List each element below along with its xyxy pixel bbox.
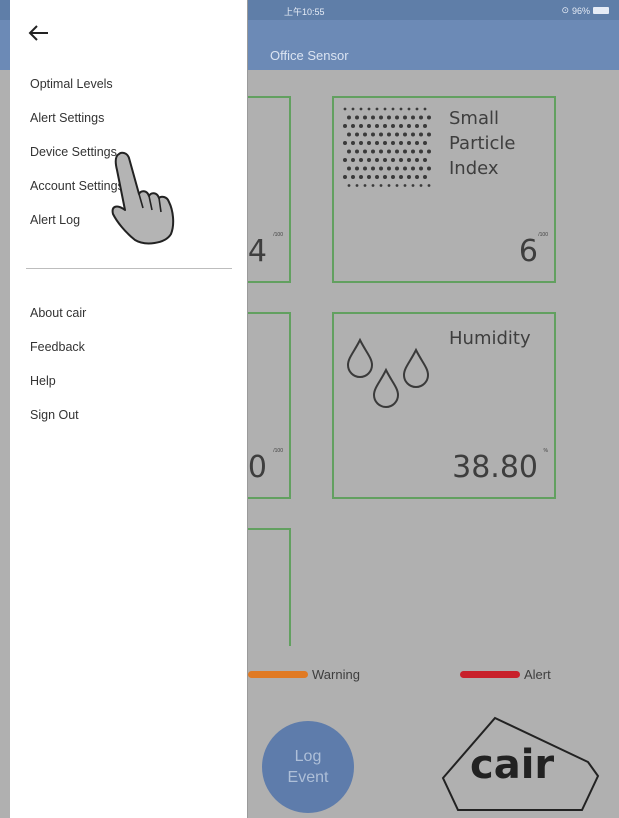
menu-item-help[interactable]: Help xyxy=(30,374,56,388)
page-title: Office Sensor xyxy=(270,48,349,63)
battery-indicator: ⊙ 96% xyxy=(561,5,609,16)
card-value: 6 xyxy=(518,234,538,269)
legend-alert: Alert xyxy=(460,667,551,682)
menu-item-feedback[interactable]: Feedback xyxy=(30,340,85,354)
menu-divider xyxy=(26,268,232,269)
legend-warning: Warning xyxy=(248,667,360,682)
battery-icon xyxy=(593,7,609,14)
card-unit: /100 xyxy=(273,232,283,238)
cair-logo: cair xyxy=(440,714,600,814)
menu-item-device-settings[interactable]: Device Settings xyxy=(30,145,117,159)
location-icon: ⊙ xyxy=(561,5,569,15)
navigation-drawer: Optimal Levels Alert Settings Device Set… xyxy=(10,0,248,818)
card-value: 4 xyxy=(247,234,267,269)
log-event-label-1: Log xyxy=(294,748,322,765)
card-unit: /100 xyxy=(273,448,283,454)
warning-color-bar xyxy=(248,671,308,678)
log-event-label-2: Event xyxy=(287,769,329,786)
battery-level: 96% xyxy=(571,5,590,16)
menu-item-alert-log[interactable]: Alert Log xyxy=(30,213,80,227)
particles-icon xyxy=(343,107,431,187)
log-event-button[interactable]: Log Event xyxy=(262,721,354,813)
pointing-hand-icon xyxy=(111,151,175,245)
card-title: Humidity xyxy=(449,328,531,349)
water-drops-icon xyxy=(346,337,430,408)
status-time: 上午10:55 xyxy=(284,7,325,17)
menu-item-alert-settings[interactable]: Alert Settings xyxy=(30,111,104,125)
legend-alert-label: Alert xyxy=(524,667,551,682)
back-arrow-icon[interactable] xyxy=(26,20,52,46)
card-unit: /100 xyxy=(538,232,548,238)
alert-color-bar xyxy=(460,671,520,678)
card-unit: % xyxy=(543,448,548,454)
card-humidity[interactable]: Humidity 38.80 % xyxy=(332,312,556,499)
menu-item-account-settings[interactable]: Account Settings xyxy=(30,179,124,193)
menu-item-about[interactable]: About cair xyxy=(30,306,86,320)
logo-text: cair xyxy=(470,742,555,788)
card-title-line-2: Particle xyxy=(449,133,516,154)
card-value: 38.80 xyxy=(452,450,538,485)
legend-warning-label: Warning xyxy=(312,667,360,682)
menu-item-optimal-levels[interactable]: Optimal Levels xyxy=(30,77,113,91)
card-title-line-3: Index xyxy=(449,158,499,179)
card-value: 0 xyxy=(247,450,267,485)
menu-item-sign-out[interactable]: Sign Out xyxy=(30,408,79,422)
card-small-particle-index[interactable]: Small Particle Index 6 /100 xyxy=(332,96,556,283)
card-title-line-1: Small xyxy=(449,108,499,129)
